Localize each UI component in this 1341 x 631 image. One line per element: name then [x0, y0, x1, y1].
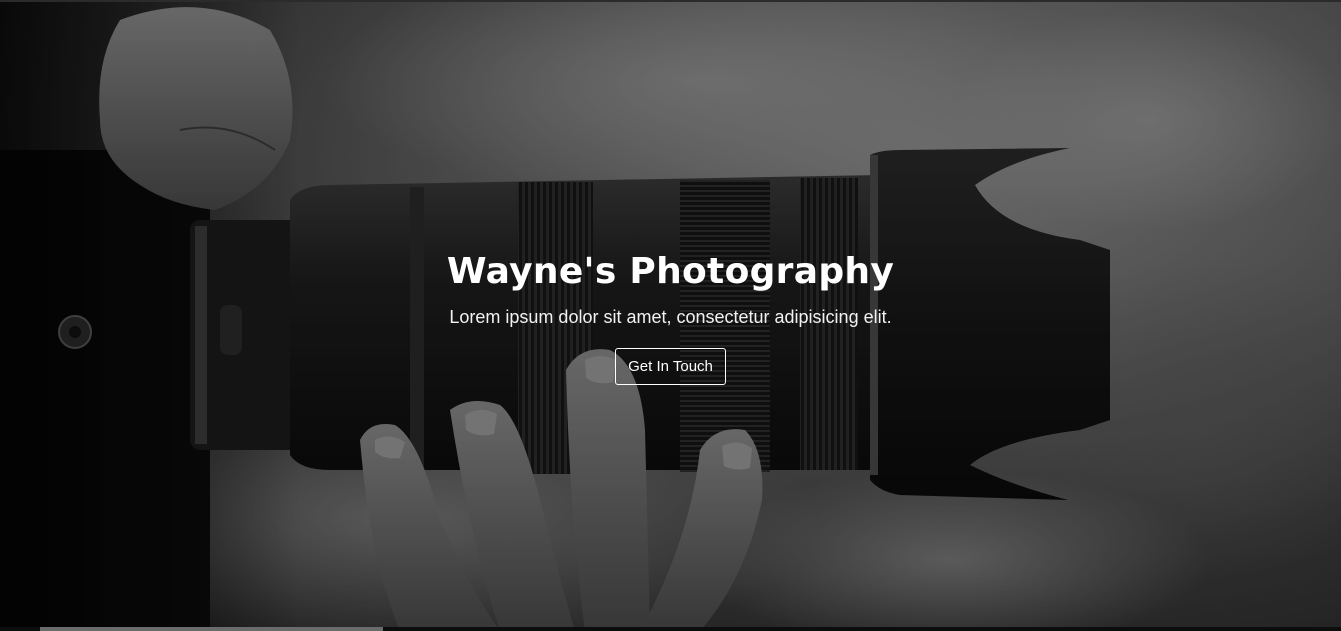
hero-subtitle: Lorem ipsum dolor sit amet, consectetur … [449, 307, 892, 327]
hero-title: Wayne's Photography [446, 251, 895, 292]
top-border [0, 0, 1341, 2]
hero-content: Wayne's Photography Lorem ipsum dolor si… [0, 248, 1341, 385]
get-in-touch-button[interactable]: Get In Touch [615, 348, 726, 385]
scrollbar-thumb[interactable] [40, 627, 383, 631]
hero-section: Wayne's Photography Lorem ipsum dolor si… [0, 0, 1341, 631]
